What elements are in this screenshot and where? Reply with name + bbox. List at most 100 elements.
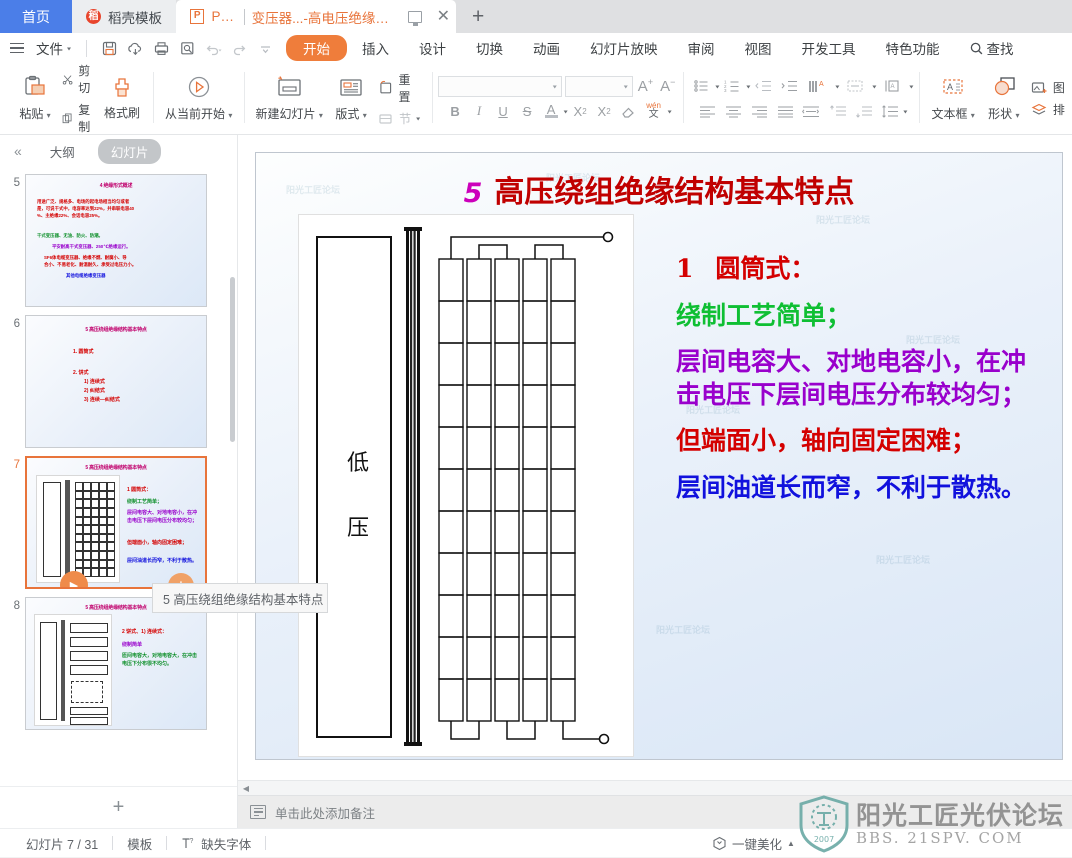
present-monitor-icon[interactable] [408,11,422,23]
chevron-down-icon[interactable]: ▾ [715,83,719,90]
font-family-select[interactable]: ▾ [438,76,562,97]
shape-label: 形状 ▾ [988,105,1019,122]
slide-thumbnail-8[interactable]: 5 高压绕组绝缘结构基本特点 2 饼式、1) 连续式： [25,597,207,730]
missing-font-button[interactable]: ? 缺失字体 [167,834,265,853]
slide-text-column[interactable]: 1圆筒式： 绕制工艺简单； 层间电容大、对地电容小，在冲击电压下层间电压分布较均… [676,253,1036,518]
tab-document[interactable]: P PPT 变压器...-高电压绝缘技术 ✕ [176,0,456,33]
slide-thumbnail-5[interactable]: 4 绝缘形式概述 用途广泛、规格多、电场的起电场相当均匀或者 是，可说干式中，电… [25,174,207,307]
chevron-down-icon[interactable]: ▾ [564,108,568,115]
align-left-icon[interactable] [695,101,720,122]
chevron-down-icon[interactable]: ▾ [872,83,876,90]
tab-design[interactable]: 设计 [404,35,461,61]
increase-indent-icon[interactable] [777,76,802,97]
line-spacing-icon[interactable] [877,101,902,122]
shape-button[interactable]: 形状 ▾ [980,73,1028,124]
template-button[interactable]: 模板 [113,834,166,853]
space-after-icon[interactable] [851,101,876,122]
arrange-button[interactable]: 排 [1028,100,1068,119]
redo-icon[interactable] [226,37,252,59]
space-before-icon[interactable] [825,101,850,122]
scroll-track[interactable] [254,781,1072,796]
beautify-button[interactable]: 一键美化 ▲ [712,834,795,853]
tab-insert[interactable]: 插入 [347,35,404,61]
file-menu[interactable]: 文件 ▾ [30,38,77,58]
find-button[interactable]: 查找 [969,38,1014,58]
chevron-down-icon[interactable]: ▾ [835,83,839,90]
list-item[interactable]: 5 4 绝缘形式概述 用途广泛、规格多、电场的起电场相当均匀或者 是，可说干式中… [0,170,237,311]
tab-home[interactable]: 首页 [0,0,72,33]
align-text-icon[interactable] [840,76,871,97]
tab-view[interactable]: 视图 [730,35,787,61]
customize-toolbar-icon[interactable] [252,37,278,59]
list-item[interactable]: 8 5 高压绕组绝缘结构基本特点 [0,593,237,734]
strikethrough-button[interactable]: S [516,101,539,122]
numbered-list-icon[interactable]: 123 [720,76,745,97]
chevron-down-icon[interactable]: ▾ [668,108,672,115]
thumbnail-line: 1) 连续式 [84,378,105,386]
tab-animation[interactable]: 动画 [518,35,575,61]
slide-thumbnail-6[interactable]: 5 高压绕组绝缘结构基本特点 1. 圆筒式 2. 饼式 1) 连续式 2) 纠结… [25,315,207,448]
italic-button[interactable]: I [468,101,491,122]
chevron-down-icon[interactable]: ▾ [903,108,907,115]
tab-outline[interactable]: 大纲 [37,139,88,164]
close-icon[interactable]: ✕ [437,9,450,25]
text-direction-icon[interactable]: A [803,76,834,97]
tab-developer[interactable]: 开发工具 [787,35,871,61]
decrease-indent-icon[interactable] [751,76,776,97]
font-color-button[interactable]: A [540,101,563,122]
cloud-sync-icon[interactable] [122,37,148,59]
list-item[interactable]: 7 5 高压绕组绝缘结构基本特点 [0,452,237,593]
bold-button[interactable]: B [444,101,467,122]
reset-button[interactable]: 重置 [375,70,425,106]
slide-thumbnail-7[interactable]: 5 高压绕组绝缘结构基本特点 [25,456,207,589]
scroll-left-icon[interactable]: ◀ [238,784,254,793]
subscript-button[interactable]: X2 [593,101,616,122]
underline-button[interactable]: U [492,101,515,122]
paste-button[interactable]: 粘贴 ▾ [11,73,59,124]
justify-icon[interactable] [773,101,798,122]
clear-formatting-button[interactable] [617,101,640,122]
cylindrical-winding-cross-section-diagram[interactable]: 低 压 [298,214,634,757]
textbox-button[interactable]: A 文本框 ▾ [926,73,979,124]
print-icon[interactable] [148,37,174,59]
chevron-down-icon[interactable]: ▾ [909,83,913,90]
current-slide[interactable]: 阳光工匠论坛 阳光工匠论坛 阳光工匠论坛 阳光工匠论坛 阳光工匠论坛 阳光工匠论… [255,152,1063,760]
tab-slides[interactable]: 幻灯片 [98,139,162,164]
bullet-list-icon[interactable] [689,76,714,97]
increase-font-size-button[interactable]: A+ [636,77,655,95]
format-painter-button[interactable]: 格式刷 [98,74,146,123]
font-size-select[interactable]: ▾ [565,76,633,97]
tab-slideshow[interactable]: 幻灯片放映 [575,35,673,61]
tab-start[interactable]: 开始 [286,35,347,61]
copy-button[interactable]: 复制 [59,100,98,135]
distribute-icon[interactable] [799,101,824,122]
align-center-icon[interactable] [721,101,746,122]
section-button[interactable]: 节 ▾ [375,109,425,128]
print-preview-icon[interactable] [174,37,200,59]
horizontal-scrollbar[interactable]: ◀ [238,780,1072,795]
save-icon[interactable] [96,37,122,59]
thumbnail-list[interactable]: 5 4 绝缘形式概述 用途广泛、规格多、电场的起电场相当均匀或者 是，可说干式中… [0,167,237,786]
new-slide-button[interactable]: 新建幻灯片 ▾ [251,73,327,124]
new-tab-button[interactable]: + [456,0,500,33]
tab-template-store[interactable]: 稻 稻壳模板 [72,0,176,33]
undo-icon[interactable] [200,37,226,59]
picture-button[interactable]: 图 [1028,78,1068,97]
chevron-down-icon[interactable]: ▾ [746,83,750,90]
superscript-button[interactable]: X2 [569,101,592,122]
tab-review[interactable]: 审阅 [673,35,730,61]
collapse-left-icon[interactable]: « [8,143,27,159]
columns-icon[interactable]: A [877,76,908,97]
list-item[interactable]: 6 5 高压绕组绝缘结构基本特点 1. 圆筒式 2. 饼式 1) 连续式 2) … [0,311,237,452]
pinyin-guide-button[interactable]: wén 文 [641,101,667,122]
tab-transition[interactable]: 切换 [461,35,518,61]
add-slide-button[interactable]: + [0,786,237,828]
tab-special-features[interactable]: 特色功能 [871,35,955,61]
hamburger-icon[interactable] [10,43,24,54]
layout-button[interactable]: 版式 ▾ [327,73,375,124]
from-current-slide-button[interactable]: 从当前开始 ▾ [160,73,237,124]
decrease-font-size-button[interactable]: A− [658,77,677,95]
caret-up-icon: ▲ [787,839,795,848]
cut-button[interactable]: 剪切 [59,63,98,97]
align-right-icon[interactable] [747,101,772,122]
